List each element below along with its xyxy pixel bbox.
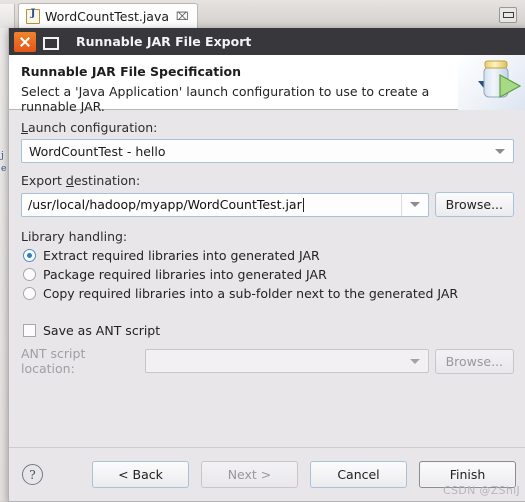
- radio-package-libraries-label: Package required libraries into generate…: [43, 267, 327, 282]
- dialog-title: Runnable JAR File Export: [76, 34, 252, 49]
- footer-button-group: < Back Next > Cancel Finish: [92, 461, 516, 488]
- dialog-titlebar[interactable]: Runnable JAR File Export: [9, 28, 525, 55]
- banner-title: Runnable JAR File Specification: [21, 64, 242, 79]
- radio-button-icon[interactable]: [23, 287, 36, 300]
- chevron-down-icon: [402, 350, 428, 372]
- minimize-icon[interactable]: [499, 7, 517, 23]
- dialog-footer: ? < Back Next > Cancel Finish CSDN @ZShi…: [9, 447, 525, 501]
- editor-tab-bar: WordCountTest.java ⌧: [0, 0, 525, 29]
- editor-tab-partial[interactable]: [0, 4, 15, 28]
- java-file-icon: [26, 8, 40, 24]
- export-destination-value: /usr/local/hadoop/myapp/WordCountTest.ja…: [28, 197, 302, 212]
- radio-copy-libraries[interactable]: Copy required libraries into a sub-folde…: [23, 286, 514, 301]
- launch-configuration-value: WordCountTest - hello: [29, 143, 166, 159]
- ant-script-browse-button: Browse...: [434, 348, 514, 374]
- export-destination-row: /usr/local/hadoop/myapp/WordCountTest.ja…: [21, 192, 514, 217]
- finish-button[interactable]: Finish: [419, 461, 516, 488]
- close-icon[interactable]: [14, 31, 36, 52]
- radio-extract-libraries[interactable]: Extract required libraries into generate…: [23, 248, 514, 263]
- chevron-down-icon[interactable]: [487, 140, 513, 162]
- ant-script-location-input: [145, 349, 429, 373]
- cancel-button[interactable]: Cancel: [310, 461, 407, 488]
- back-button[interactable]: < Back: [92, 461, 189, 488]
- export-destination-browse-button[interactable]: Browse...: [434, 192, 514, 217]
- runnable-jar-icon: [458, 55, 525, 110]
- library-handling-label: Library handling:: [21, 229, 128, 244]
- next-button: Next >: [201, 461, 298, 488]
- radio-button-icon[interactable]: [23, 268, 36, 281]
- save-as-ant-script-row[interactable]: Save as ANT script: [23, 323, 514, 338]
- radio-button-icon[interactable]: [23, 249, 36, 262]
- close-icon[interactable]: ⌧: [176, 10, 189, 23]
- launch-configuration-label: Launch configuration:: [21, 120, 158, 135]
- export-destination-label: Export destination:: [21, 173, 141, 188]
- checkbox-icon[interactable]: [23, 324, 36, 337]
- radio-copy-libraries-label: Copy required libraries into a sub-folde…: [43, 286, 459, 301]
- radio-package-libraries[interactable]: Package required libraries into generate…: [23, 267, 514, 282]
- dialog-banner: Runnable JAR File Specification Select a…: [9, 55, 525, 114]
- ant-script-location-label: ANT script location:: [21, 346, 86, 376]
- export-destination-input[interactable]: /usr/local/hadoop/myapp/WordCountTest.ja…: [21, 192, 429, 217]
- ant-script-location-row: ANT script location: Browse...: [21, 346, 514, 376]
- help-icon[interactable]: ?: [22, 464, 43, 485]
- radio-extract-libraries-label: Extract required libraries into generate…: [43, 248, 320, 263]
- text-caret: [302, 197, 304, 212]
- launch-configuration-combo[interactable]: WordCountTest - hello: [21, 139, 514, 163]
- runnable-jar-export-dialog: Runnable JAR File Export Runnable JAR Fi…: [8, 28, 525, 502]
- editor-tab-wordcounttest[interactable]: WordCountTest.java ⌧: [18, 3, 198, 29]
- chevron-down-icon[interactable]: [400, 193, 428, 216]
- editor-tab-label: WordCountTest.java: [45, 9, 170, 24]
- launch-configuration-label-text: aunch configuration:: [27, 120, 158, 135]
- save-as-ant-script-label: Save as ANT script: [43, 323, 161, 338]
- export-destination-label-text: estination:: [73, 173, 141, 188]
- dialog-body: Launch configuration: WordCountTest - he…: [9, 110, 525, 442]
- maximize-icon[interactable]: [40, 32, 60, 52]
